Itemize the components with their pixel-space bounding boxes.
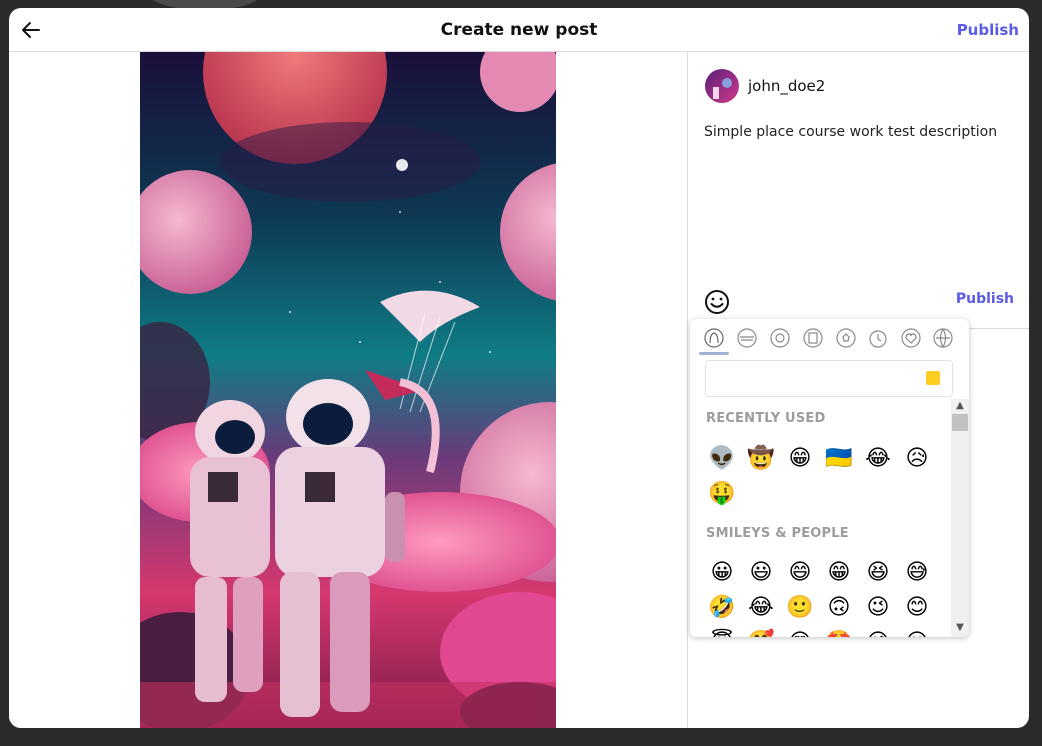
emoji-button[interactable]: 🤣 <box>706 592 738 624</box>
emoji-button[interactable]: 😄 <box>784 557 816 589</box>
username[interactable]: john_doe2 <box>748 77 825 95</box>
emoji-button[interactable]: 🇺🇦 <box>823 443 855 475</box>
smiley-icon[interactable] <box>704 289 730 315</box>
emoji-button[interactable]: 😥 <box>901 443 933 475</box>
emoji-picker: RECENTLY USED 👽 🤠 😁 🇺🇦 😂 😥 🤑 SMILEYS & PEOPLE … <box>690 319 969 637</box>
caption-text[interactable]: Simple place course work test descriptio… <box>704 122 1014 142</box>
activity-category-icon[interactable] <box>770 328 790 348</box>
emoji-search-input[interactable] <box>705 360 953 397</box>
emoji-button[interactable]: 😁 <box>784 443 816 475</box>
emoji-list: RECENTLY USED 👽 🤠 😁 🇺🇦 😂 😥 🤑 SMILEYS & PEOPLE … <box>690 399 951 637</box>
scroll-thumb[interactable] <box>952 414 968 431</box>
symbols-category-icon[interactable] <box>901 328 921 348</box>
emoji-scrollbar[interactable]: ▲ ▼ <box>951 399 969 637</box>
section-label-smileys: SMILEYS & PEOPLE <box>706 526 849 541</box>
active-category-indicator <box>699 352 729 355</box>
scroll-up-icon[interactable]: ▲ <box>953 399 967 413</box>
emoji-button[interactable]: 🤩 <box>823 627 855 637</box>
emoji-button[interactable]: 😂 <box>745 592 777 624</box>
emoji-button[interactable]: 😍 <box>784 627 816 637</box>
skin-tone-selector[interactable] <box>926 371 940 385</box>
section-label-recent: RECENTLY USED <box>706 411 826 426</box>
emoji-button[interactable]: 🥰 <box>745 627 777 637</box>
image-preview-area <box>9 52 688 728</box>
food-category-icon[interactable] <box>737 328 757 348</box>
emoji-button[interactable]: 😂 <box>862 443 894 475</box>
emoji-button[interactable]: 😊 <box>901 592 933 624</box>
user-row: john_doe2 <box>705 68 825 104</box>
emoji-button[interactable]: 😀 <box>706 557 738 589</box>
emoji-button[interactable]: 😃 <box>745 557 777 589</box>
emoji-button[interactable]: 🙃 <box>823 592 855 624</box>
emoji-button[interactable]: 👽 <box>706 443 738 475</box>
header-publish-button[interactable]: Publish <box>957 21 1019 39</box>
publish-button[interactable]: Publish <box>956 291 1014 307</box>
emoji-button[interactable]: 🙂 <box>784 592 816 624</box>
emoji-button[interactable]: 😁 <box>823 557 855 589</box>
scroll-down-icon[interactable]: ▼ <box>953 621 967 635</box>
modal-title: Create new post <box>440 20 598 40</box>
emoji-button[interactable]: 😉 <box>862 592 894 624</box>
travel-category-icon[interactable] <box>803 328 823 348</box>
emoji-button[interactable]: 😇 <box>706 627 738 637</box>
emoji-button[interactable]: 😅 <box>901 557 933 589</box>
post-image <box>140 52 556 728</box>
people-category-icon[interactable] <box>704 328 724 348</box>
emoji-button[interactable]: 😘 <box>862 627 894 637</box>
emoji-category-bar <box>690 319 969 355</box>
objects-category-icon[interactable] <box>868 328 888 348</box>
emoji-button[interactable]: 😆 <box>862 557 894 589</box>
flags-category-icon[interactable] <box>933 328 953 349</box>
emoji-button[interactable]: 🤠 <box>745 443 777 475</box>
avatar[interactable] <box>705 69 739 103</box>
emoji-button[interactable]: 😗 <box>901 627 933 637</box>
sports-category-icon[interactable] <box>836 328 856 348</box>
modal-header: Create new post Publish <box>9 8 1029 52</box>
emoji-button[interactable]: 🤑 <box>706 478 738 510</box>
